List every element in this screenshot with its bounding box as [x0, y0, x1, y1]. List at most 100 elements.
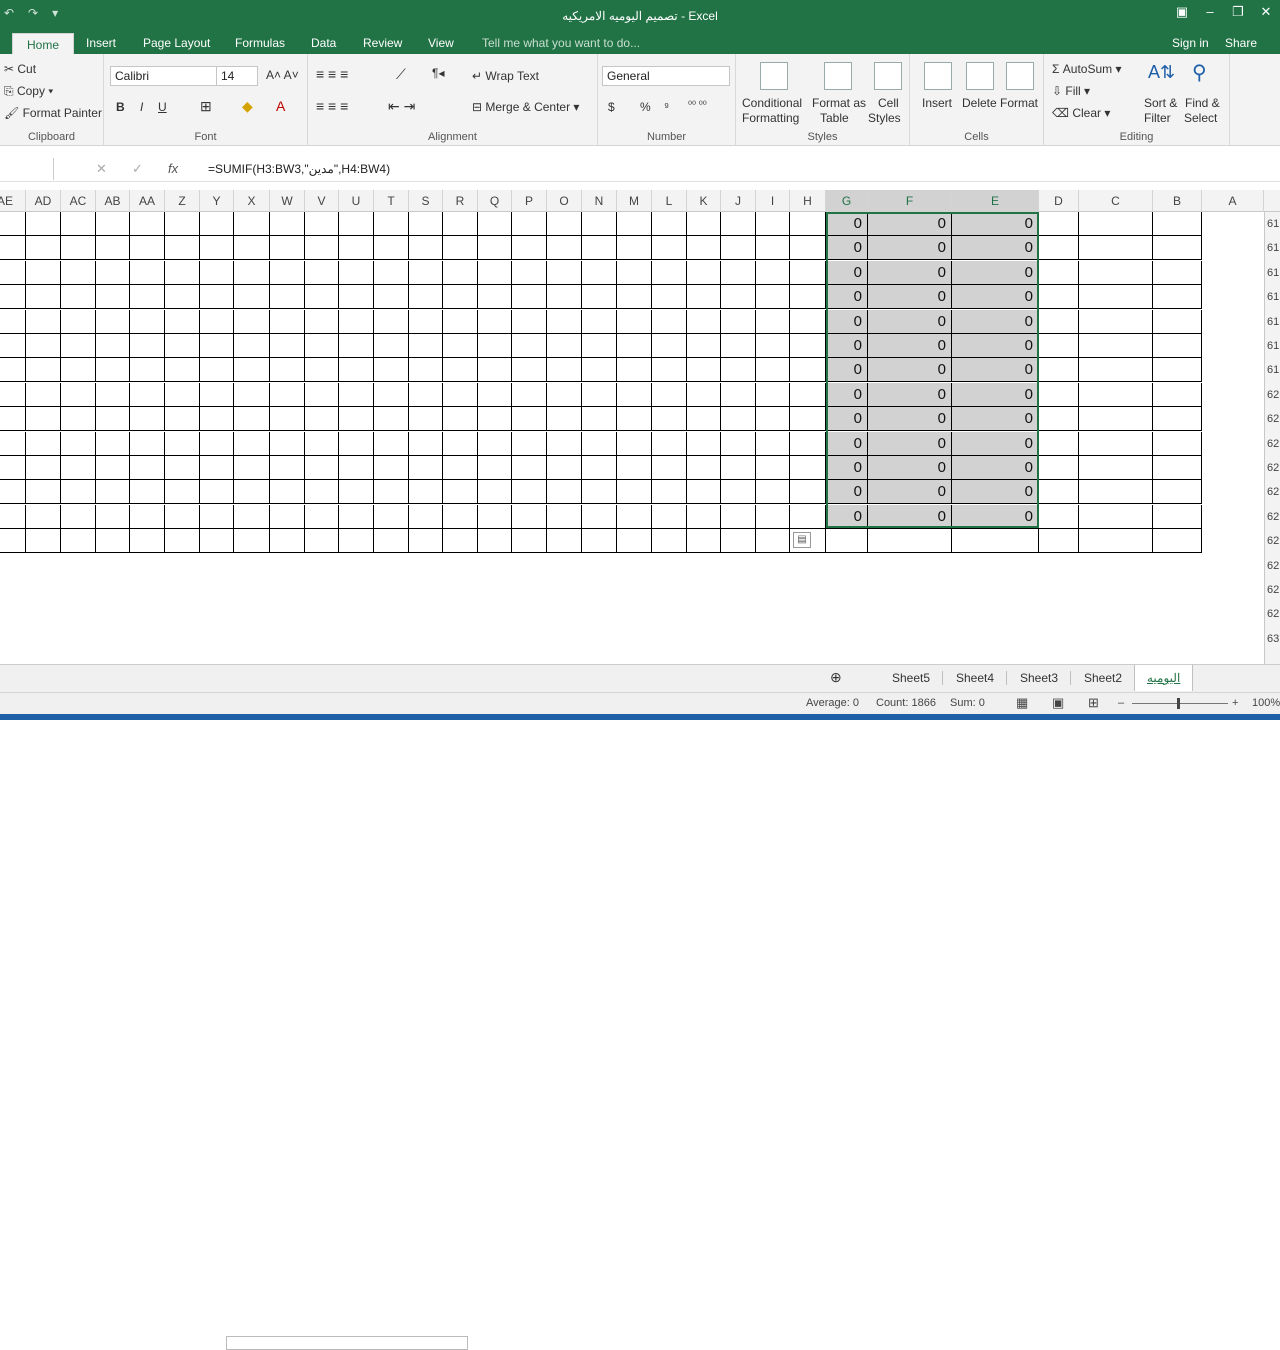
cell-j[interactable] [721, 236, 756, 260]
sheet-tab-active[interactable]: اليوميه [1134, 665, 1194, 691]
cell-o[interactable] [547, 432, 582, 456]
page-layout-view-icon[interactable]: ▣ [1052, 695, 1064, 711]
cell-k[interactable] [687, 456, 721, 480]
cell-j[interactable] [721, 212, 756, 236]
cell-ab[interactable] [96, 480, 130, 504]
column-header-q[interactable]: Q [478, 190, 512, 212]
cell-v[interactable] [305, 432, 339, 456]
cell-s[interactable] [409, 480, 443, 504]
cell-aa[interactable] [130, 505, 165, 529]
row-header[interactable]: 61 [1267, 358, 1279, 382]
cell-l[interactable] [652, 285, 687, 309]
cell-r[interactable] [443, 212, 478, 236]
cell-t[interactable] [374, 407, 409, 431]
column-header-c[interactable]: C [1079, 190, 1153, 212]
cell-t[interactable] [374, 480, 409, 504]
cell-i[interactable] [756, 407, 790, 431]
normal-view-icon[interactable]: ▦ [1016, 695, 1028, 711]
cell-j[interactable] [721, 407, 756, 431]
cell-r[interactable] [443, 261, 478, 285]
cell-w[interactable] [270, 310, 305, 334]
cell-o[interactable] [547, 236, 582, 260]
worksheet-grid[interactable]: 0 0 0 0 0 0 0 0 0 0 0 0 0 0 0 0 0 0 0 0 0 0 0 0 0 0 0 0 0 0 0 0 0 0 0 0 0 0 0 [0, 212, 1264, 664]
cell-q[interactable] [478, 261, 512, 285]
cell-v[interactable] [305, 310, 339, 334]
cell-u[interactable] [339, 505, 374, 529]
cell-o[interactable] [547, 261, 582, 285]
cell-e[interactable]: 0 [952, 480, 1039, 504]
column-header-z[interactable]: Z [165, 190, 200, 212]
autosum-button[interactable]: Σ AutoSum ▾ [1052, 62, 1121, 76]
sheet-tab-sheet5[interactable]: Sheet5 [880, 671, 944, 685]
cell-x[interactable] [234, 456, 270, 480]
cell-ae[interactable] [0, 480, 26, 504]
indent-icon[interactable]: ⇤ ⇥ [388, 98, 415, 115]
cell-aa[interactable] [130, 383, 165, 407]
cell-d[interactable] [1039, 334, 1079, 358]
cell-t[interactable] [374, 358, 409, 382]
enter-icon[interactable]: ✓ [132, 161, 143, 177]
cell-n[interactable] [582, 261, 617, 285]
cell-m[interactable] [617, 334, 652, 358]
cell-i[interactable] [756, 383, 790, 407]
cell-ae[interactable] [0, 334, 26, 358]
cell-e[interactable]: 0 [952, 432, 1039, 456]
cell-ad[interactable] [26, 505, 61, 529]
cell-l[interactable] [652, 407, 687, 431]
cell-p[interactable] [512, 334, 547, 358]
cell-o[interactable] [547, 334, 582, 358]
cell-d[interactable] [1039, 480, 1079, 504]
cell-x[interactable] [234, 407, 270, 431]
cell-h[interactable] [790, 432, 826, 456]
column-header-o[interactable]: O [547, 190, 582, 212]
cell-h[interactable] [790, 212, 826, 236]
column-header-l[interactable]: L [652, 190, 687, 212]
cell-m[interactable] [617, 358, 652, 382]
cell-j[interactable] [721, 480, 756, 504]
cell-f[interactable]: 0 [868, 383, 952, 407]
cell-d[interactable] [1039, 505, 1079, 529]
cell-j[interactable] [721, 383, 756, 407]
cell-f[interactable]: 0 [868, 212, 952, 236]
cell-ac[interactable] [61, 212, 96, 236]
cell-x[interactable] [234, 261, 270, 285]
cell-ac[interactable] [61, 236, 96, 260]
cell-x[interactable] [234, 358, 270, 382]
cell-t[interactable] [374, 310, 409, 334]
cell-t[interactable] [374, 505, 409, 529]
column-header-v[interactable]: V [305, 190, 339, 212]
conditional-formatting-label[interactable]: Conditional [742, 96, 802, 110]
cell-s[interactable] [409, 334, 443, 358]
cell-ab[interactable] [96, 285, 130, 309]
new-sheet-icon[interactable]: ⊕ [830, 669, 842, 686]
cell-l[interactable] [652, 480, 687, 504]
cell-h[interactable] [790, 480, 826, 504]
cell-ac[interactable] [61, 383, 96, 407]
cell-v[interactable] [305, 480, 339, 504]
cell-u[interactable] [339, 212, 374, 236]
cell-w[interactable] [270, 383, 305, 407]
cell-ad[interactable] [26, 334, 61, 358]
cell-o[interactable] [547, 358, 582, 382]
cell-u[interactable] [339, 334, 374, 358]
conditional-formatting-label-2[interactable]: Formatting [742, 111, 799, 125]
column-header-m[interactable]: M [617, 190, 652, 212]
row-header[interactable]: 62 [1267, 383, 1279, 407]
column-header-t[interactable]: T [374, 190, 409, 212]
cell-l[interactable] [652, 456, 687, 480]
cell-w[interactable] [270, 529, 305, 553]
column-header-x[interactable]: X [234, 190, 270, 212]
column-header-ac[interactable]: AC [61, 190, 96, 212]
cell-j[interactable] [721, 285, 756, 309]
page-break-view-icon[interactable]: ⊞ [1088, 695, 1099, 711]
cell-c[interactable] [1079, 236, 1153, 260]
cell-o[interactable] [547, 212, 582, 236]
cell-n[interactable] [582, 310, 617, 334]
horizontal-scrollbar[interactable] [226, 1336, 468, 1350]
cell-b[interactable] [1153, 310, 1202, 334]
cell-y[interactable] [200, 358, 234, 382]
cell-o[interactable] [547, 529, 582, 553]
cell-ad[interactable] [26, 212, 61, 236]
cell-m[interactable] [617, 383, 652, 407]
number-format-select[interactable]: General [602, 66, 730, 86]
